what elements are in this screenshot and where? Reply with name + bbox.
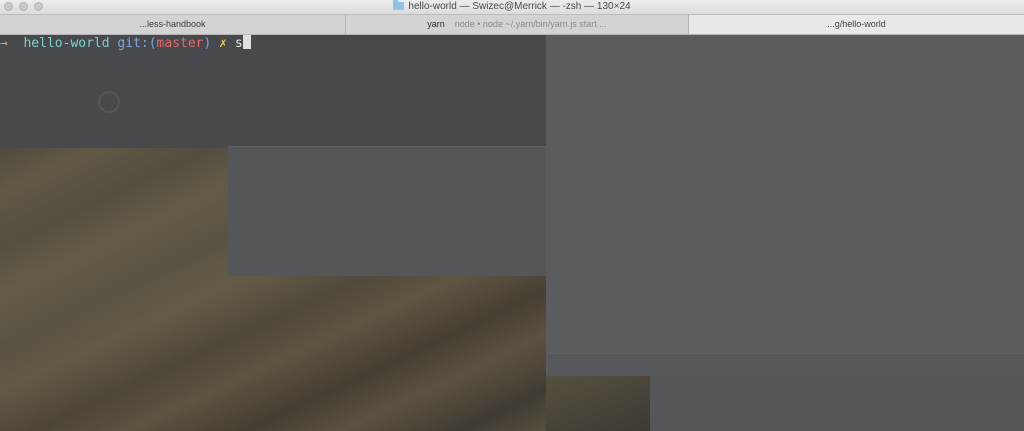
typed-input[interactable]: s [235,36,243,51]
background-logo [98,91,120,113]
text-cursor [242,35,251,49]
prompt-line[interactable]: → hello-world git:(master) ✗ s [0,35,251,51]
prompt-arrow-icon: → [0,36,8,51]
tab-yarn[interactable]: yarn node • node ~/.yarn/bin/yarn.js star… [346,15,689,34]
background-menu-card [228,146,546,276]
background-status-bar [548,353,1024,376]
title-bar: hello-world — Swizec@Merrick — -zsh — 13… [0,0,1024,15]
tab-label: yarn [427,19,445,29]
git-prefix: git:( [117,36,157,51]
tab-hello-world[interactable]: ...g/hello-world [689,15,1024,34]
tab-label: ...g/hello-world [827,19,886,29]
window-title-container: hello-world — Swizec@Merrick — -zsh — 13… [0,0,1024,14]
tab-label: ...less-handbook [139,19,206,29]
dirty-marker: ✗ [219,36,227,51]
window-title: hello-world — Swizec@Merrick — -zsh — 13… [408,1,631,12]
background-lower-panel [650,375,1024,431]
terminal-pane[interactable]: → hello-world git:(master) ✗ s [0,35,1024,431]
tab-command: node • node ~/.yarn/bin/yarn.js start ..… [454,19,607,29]
tab-less-handbook[interactable]: ...less-handbook [0,15,346,34]
git-suffix: ) [203,36,212,51]
folder-icon [393,0,405,10]
git-branch: master [156,36,204,51]
tab-bar: ...less-handbook yarn node • node ~/.yarn… [0,15,1024,35]
current-directory: hello-world [23,36,110,51]
background-photo-edge [546,375,650,431]
